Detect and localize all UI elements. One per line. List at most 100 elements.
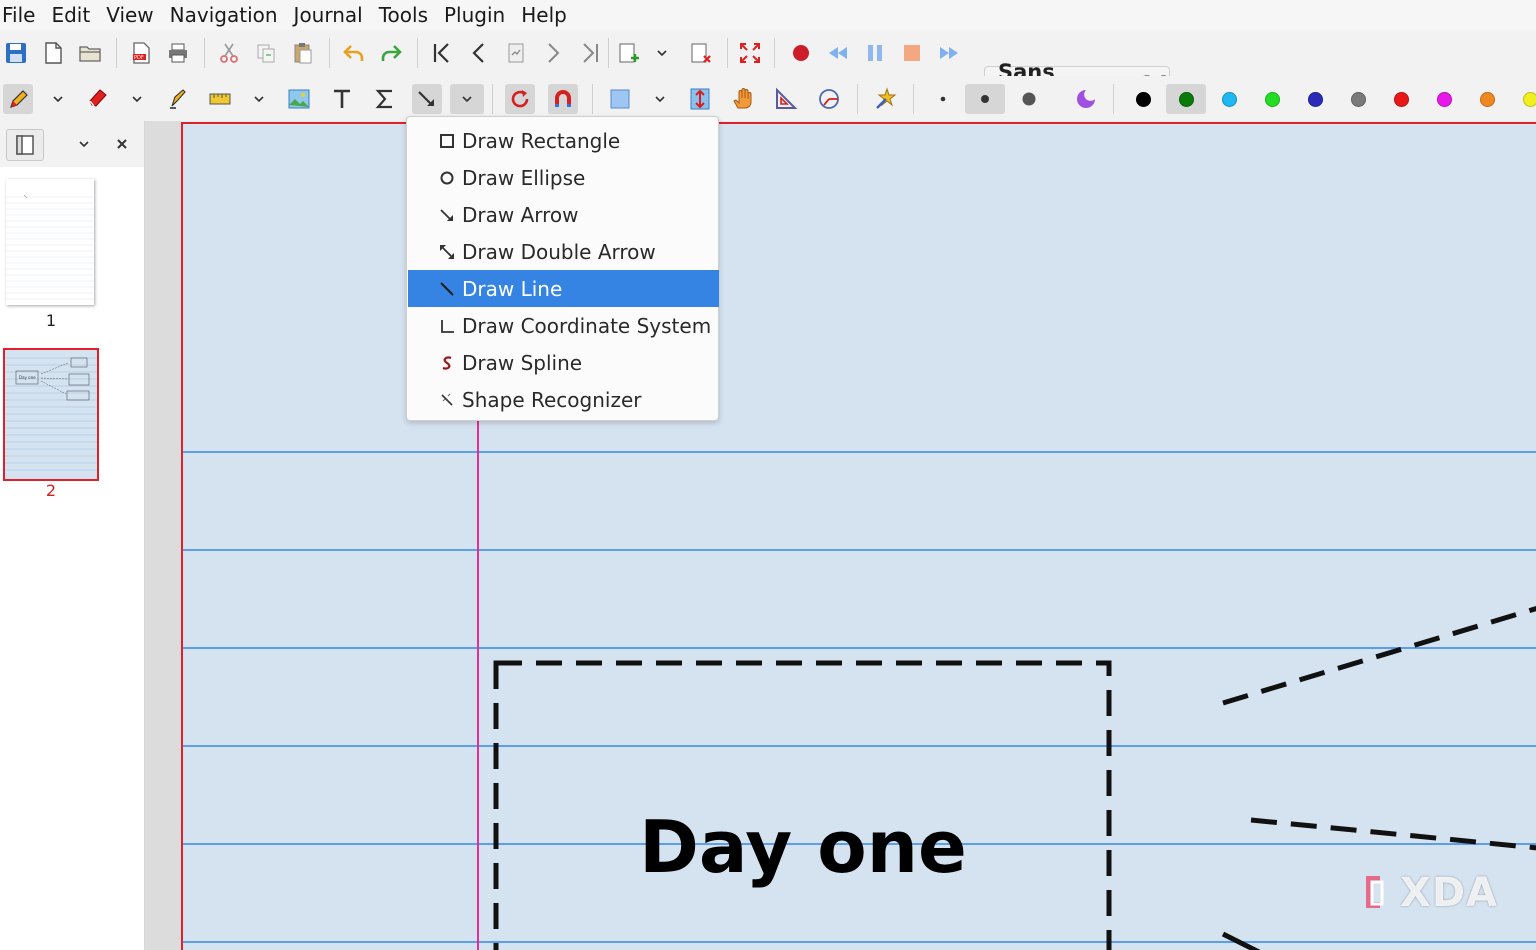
line-width-fine-button[interactable] [928, 84, 958, 114]
page-thumbnail-1[interactable] [6, 179, 94, 305]
page-number-label-current: 2 [45, 481, 57, 500]
close-sidebar-button[interactable] [107, 129, 137, 159]
last-page-button[interactable] [575, 38, 605, 68]
line-width-medium-button[interactable] [965, 84, 1005, 114]
copy-button[interactable] [251, 38, 281, 68]
setsquare-icon [776, 87, 798, 109]
fill-rectangle-icon [610, 89, 630, 109]
first-page-icon [433, 43, 449, 63]
save-button[interactable] [1, 38, 31, 68]
menu-item-draw-coordinate-system[interactable]: Draw Coordinate System [408, 307, 719, 344]
vertical-space-icon [690, 88, 710, 110]
chevron-down-icon [655, 96, 665, 103]
eraser-options-dropdown[interactable] [130, 84, 144, 114]
color-swatch-button[interactable] [1472, 84, 1502, 114]
vertical-space-button[interactable] [685, 84, 715, 114]
color-swatch-button[interactable] [1386, 84, 1416, 114]
goto-page-button[interactable] [501, 38, 531, 68]
select-tool-button[interactable] [205, 84, 235, 114]
select-options-dropdown[interactable] [252, 84, 266, 114]
pause-button[interactable] [860, 38, 890, 68]
latex-tool-button[interactable] [370, 84, 400, 114]
undo-icon [343, 45, 364, 61]
cut-button[interactable] [214, 38, 244, 68]
menu-plugin[interactable]: Plugin [436, 0, 513, 30]
color-swatch-button[interactable] [1515, 84, 1536, 114]
color-swatch-button[interactable] [1214, 84, 1244, 114]
redo-button[interactable] [376, 38, 406, 68]
fast-forward-button[interactable] [934, 38, 964, 68]
rotation-snapping-button[interactable] [505, 84, 535, 114]
menu-item-draw-arrow[interactable]: Draw Arrow [408, 196, 719, 233]
highlighter-tool-button[interactable] [162, 84, 192, 114]
pen-options-dropdown[interactable] [51, 84, 65, 114]
setsquare-button[interactable] [771, 84, 801, 114]
menu-item-shape-recognizer[interactable]: Shape Recognizer [408, 381, 719, 418]
new-page-button[interactable] [38, 38, 68, 68]
menu-edit[interactable]: Edit [43, 0, 98, 30]
sidebar-view-selector[interactable] [6, 129, 44, 161]
menu-item-draw-spline[interactable]: Draw Spline [408, 344, 719, 381]
rewind-button[interactable] [823, 38, 853, 68]
print-button[interactable] [163, 38, 193, 68]
menu-tools[interactable]: Tools [371, 0, 436, 30]
stop-button[interactable] [897, 38, 927, 68]
eraser-tool-button[interactable] [83, 84, 113, 114]
image-tool-button[interactable] [284, 84, 314, 114]
undo-button[interactable] [339, 38, 369, 68]
shape-options-dropdown[interactable] [450, 84, 484, 114]
redo-icon [381, 45, 402, 61]
new-page-dropdown[interactable] [655, 38, 669, 68]
new-document-icon [45, 42, 62, 64]
menu-item-draw-double-arrow[interactable]: Draw Double Arrow [408, 233, 719, 270]
menu-journal[interactable]: Journal [286, 0, 371, 30]
rectangle-icon [440, 133, 454, 148]
color-swatch-button[interactable] [1343, 84, 1373, 114]
menu-item-draw-line[interactable]: Draw Line [408, 270, 719, 307]
menu-view[interactable]: View [98, 0, 161, 30]
dashed-line-stroke[interactable] [1222, 605, 1536, 706]
next-page-button[interactable] [538, 38, 568, 68]
fullscreen-button[interactable] [735, 38, 765, 68]
journal-page-canvas[interactable]: Day one [181, 122, 1536, 950]
color-swatch-button[interactable] [1429, 84, 1459, 114]
menu-file[interactable]: File [0, 0, 43, 30]
hand-icon [733, 88, 752, 109]
menu-navigation[interactable]: Navigation [162, 0, 286, 30]
grid-snapping-button[interactable] [548, 84, 578, 114]
new-page-after-button[interactable] [614, 38, 644, 68]
color-picker-button[interactable] [1071, 84, 1101, 114]
menu-help[interactable]: Help [513, 0, 575, 30]
pen-tool-button[interactable] [3, 84, 33, 114]
text-tool-button[interactable] [327, 84, 357, 114]
export-pdf-button[interactable]: PDF [126, 38, 156, 68]
record-button[interactable] [786, 38, 816, 68]
copy-icon [257, 44, 275, 63]
page-thumbnail-2[interactable]: Day one [3, 348, 99, 481]
first-page-button[interactable] [427, 38, 457, 68]
main-toolbar: PDF Sans [0, 30, 1536, 108]
fill-button[interactable] [605, 84, 635, 114]
menu-item-draw-ellipse[interactable]: Draw Ellipse [408, 159, 719, 196]
delete-page-button[interactable] [686, 38, 716, 68]
color-swatch-button[interactable] [1257, 84, 1287, 114]
fill-options-dropdown[interactable] [653, 84, 667, 114]
previous-page-button[interactable] [464, 38, 494, 68]
open-button[interactable] [75, 38, 105, 68]
dashed-line-stroke[interactable] [1221, 931, 1263, 950]
page-number-label: 1 [45, 311, 57, 330]
paste-button[interactable] [288, 38, 318, 68]
default-tool-button[interactable] [871, 84, 901, 114]
page-title-text[interactable]: Day one [639, 805, 967, 889]
line-width-thick-button[interactable] [1014, 84, 1044, 114]
color-swatch-button[interactable] [1166, 84, 1206, 114]
dashed-line-stroke[interactable] [1250, 817, 1536, 851]
color-swatch-button[interactable] [1300, 84, 1330, 114]
color-swatch-button[interactable] [1128, 84, 1158, 114]
compass-button[interactable] [814, 84, 844, 114]
shape-tool-button[interactable] [412, 84, 442, 114]
menu-item-draw-rectangle[interactable]: Draw Rectangle [408, 122, 719, 159]
hand-tool-button[interactable] [728, 84, 758, 114]
sidebar-view-dropdown[interactable] [77, 129, 91, 159]
menu-item-label: Draw Double Arrow [462, 239, 656, 264]
